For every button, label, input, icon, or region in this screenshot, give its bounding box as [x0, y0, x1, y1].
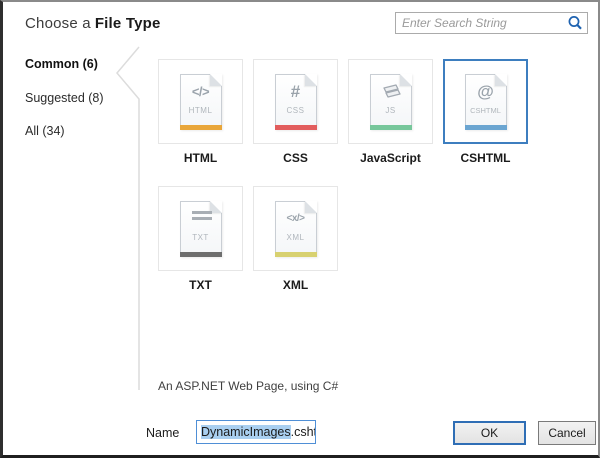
tile-label-txt: TXT [158, 278, 243, 292]
dialog-title-regular: Choose a [25, 15, 91, 32]
txt-file-icon: TXT [180, 201, 222, 257]
name-value-selected-text: DynamicImages [201, 425, 291, 439]
search-input[interactable] [396, 14, 565, 32]
code-tag-icon: </> [181, 81, 221, 103]
sidebar-item-suggested[interactable]: Suggested (8) [25, 91, 104, 105]
dialog-title: Choose aFile Type [25, 15, 161, 32]
file-type-description: An ASP.NET Web Page, using C# [158, 379, 338, 393]
ok-button[interactable]: OK [453, 421, 526, 445]
file-type-tile-txt[interactable]: TXT [158, 186, 243, 271]
file-type-tile-xml[interactable]: <x/> XML [253, 186, 338, 271]
tile-label-cshtml: CSHTML [443, 151, 528, 165]
html-file-icon: </> HTML [180, 74, 222, 130]
sidebar-item-common[interactable]: Common (6) [25, 57, 98, 71]
at-sign-icon: @ [466, 81, 506, 103]
file-ext-text: HTML [181, 106, 221, 115]
color-stripe [275, 252, 317, 257]
script-stack-icon [371, 81, 411, 103]
color-stripe [465, 125, 507, 130]
xml-file-icon: <x/> XML [275, 201, 317, 257]
name-input[interactable]: DynamicImages.cshtml [196, 420, 316, 444]
file-type-tile-css[interactable]: # CSS [253, 59, 338, 144]
text-lines-icon [192, 211, 212, 223]
color-stripe [180, 125, 222, 130]
css-file-icon: # CSS [275, 74, 317, 130]
xml-tag-icon: <x/> [276, 208, 316, 230]
file-ext-text: TXT [181, 233, 221, 242]
file-type-tile-javascript[interactable]: JS [348, 59, 433, 144]
color-stripe [180, 252, 222, 257]
tile-label-css: CSS [253, 151, 338, 165]
choose-file-type-dialog: Choose aFile Type Common (6) Suggested (… [0, 0, 600, 458]
search-icon[interactable] [565, 14, 585, 32]
category-divider [103, 42, 148, 394]
color-stripe [275, 125, 317, 130]
file-type-tile-html[interactable]: </> HTML [158, 59, 243, 144]
tile-label-xml: XML [253, 278, 338, 292]
tile-label-javascript: JavaScript [348, 151, 433, 165]
cancel-button[interactable]: Cancel [538, 421, 596, 445]
hash-icon: # [276, 81, 316, 103]
color-stripe [370, 125, 412, 130]
sidebar-item-all[interactable]: All (34) [25, 124, 65, 138]
cshtml-file-icon: @ CSHTML [465, 74, 507, 130]
file-ext-text: JS [371, 106, 411, 115]
javascript-file-icon: JS [370, 74, 412, 130]
file-type-tile-cshtml[interactable]: @ CSHTML [443, 59, 528, 144]
file-ext-text: CSHTML [466, 106, 506, 115]
search-box [395, 12, 588, 34]
file-ext-text: XML [276, 233, 316, 242]
name-label: Name [146, 426, 179, 440]
file-ext-text: CSS [276, 106, 316, 115]
name-value-extension-text: .cshtml [291, 425, 316, 439]
tile-label-html: HTML [158, 151, 243, 165]
dialog-title-bold: File Type [95, 15, 161, 32]
